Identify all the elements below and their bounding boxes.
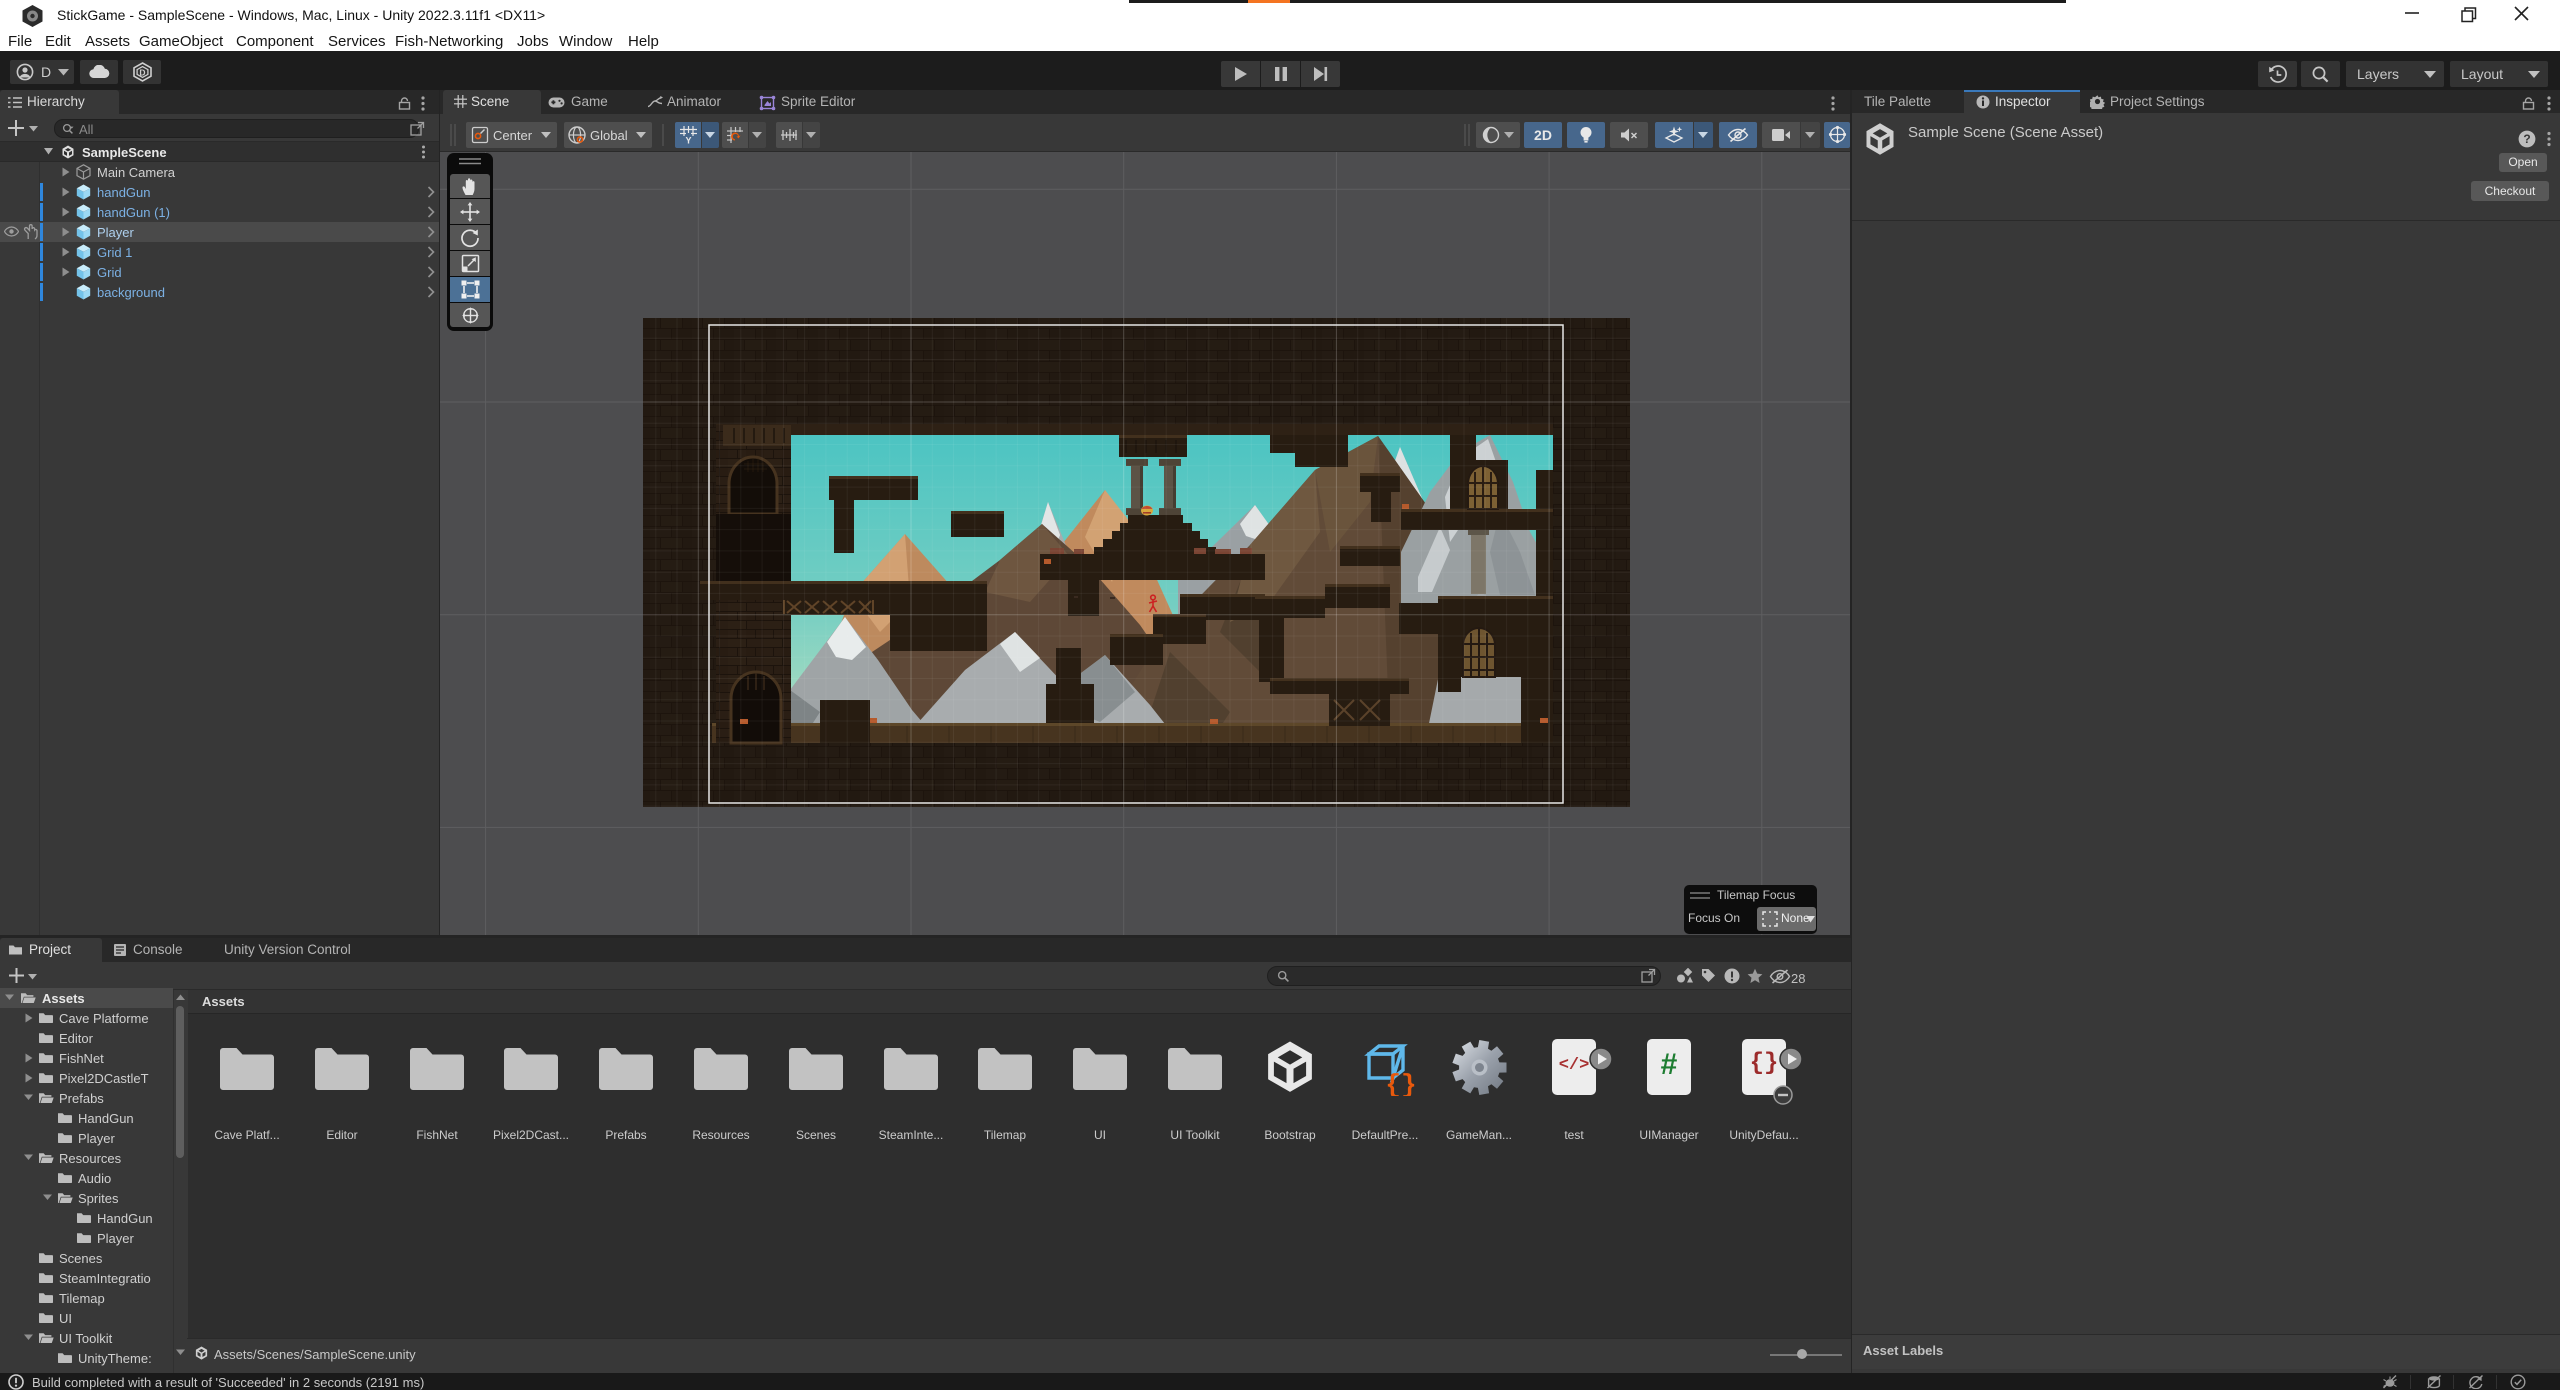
svg-text:?: ? — [2523, 132, 2530, 146]
svg-text:Y: Y — [685, 136, 691, 145]
svg-text:D: D — [139, 67, 145, 77]
svg-text:{}: {} — [1385, 1070, 1415, 1096]
